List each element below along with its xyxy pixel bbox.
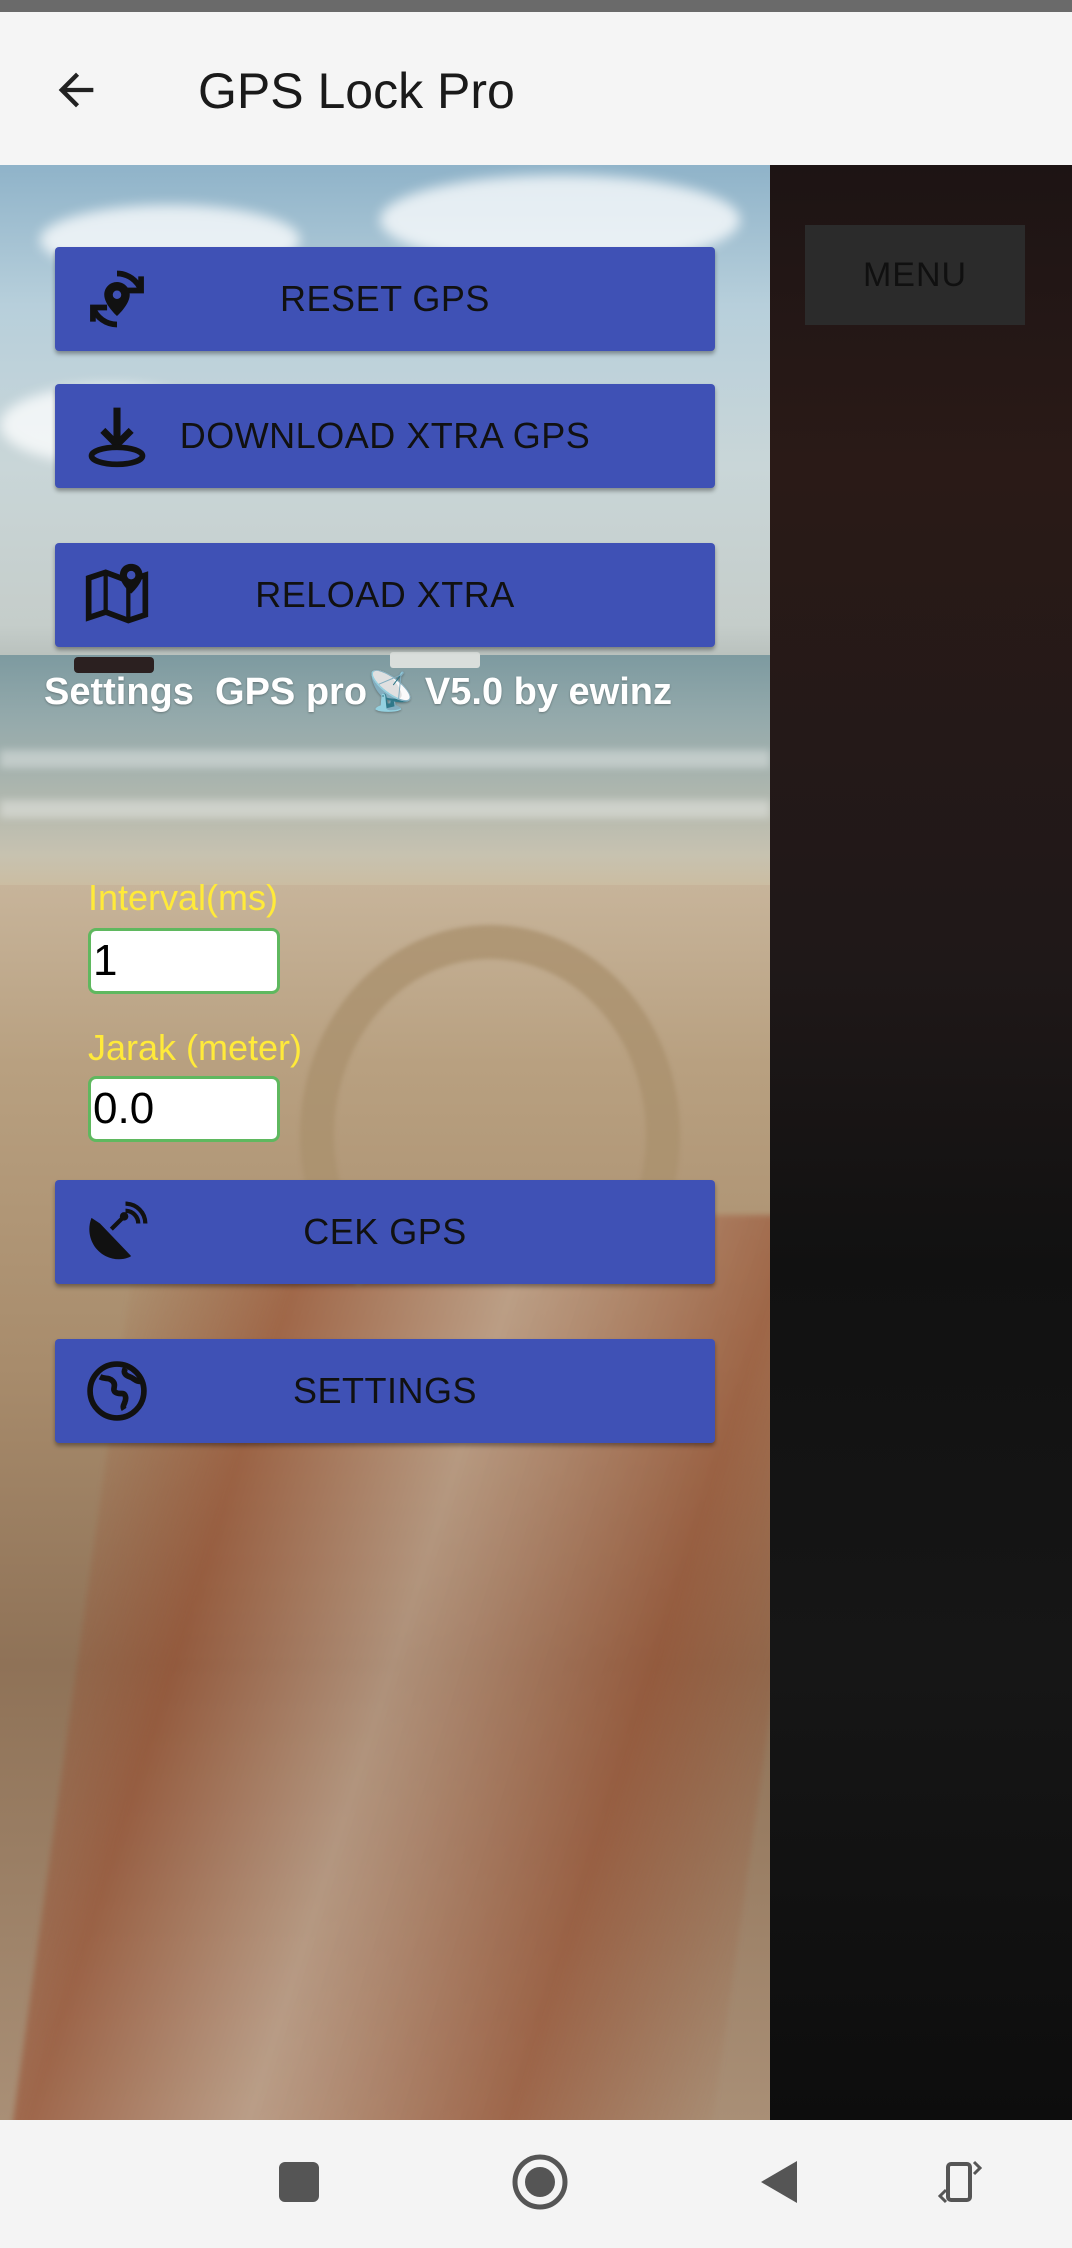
main-content: RESET GPS DOWNLOAD XTRA GPS RELOAD XTRA … [0, 165, 1072, 2120]
arrow-left-icon [58, 72, 94, 108]
reset-gps-label: RESET GPS [280, 278, 490, 319]
cek-gps-label: CEK GPS [303, 1211, 467, 1252]
background-wave [0, 800, 770, 818]
rotate-button[interactable] [928, 2150, 992, 2214]
rotate-icon [938, 2160, 982, 2204]
status-bar [0, 0, 1072, 12]
system-nav-bar [0, 2120, 1072, 2248]
interval-input[interactable] [88, 928, 280, 994]
cek-gps-button[interactable]: CEK GPS [55, 1180, 715, 1284]
reload-xtra-label: RELOAD XTRA [255, 574, 515, 615]
back-triangle-icon [761, 2161, 797, 2203]
app-bar: GPS Lock Pro [0, 12, 1072, 165]
settings-button[interactable]: SETTINGS [55, 1339, 715, 1443]
jarak-label: Jarak (meter) [88, 1027, 303, 1068]
interval-label: Interval(ms) [88, 877, 279, 918]
reload-xtra-button[interactable]: RELOAD XTRA [55, 543, 715, 647]
back-button[interactable] [40, 54, 112, 126]
download-xtra-gps-label: DOWNLOAD XTRA GPS [179, 415, 591, 456]
background-wave [0, 750, 770, 768]
recents-button[interactable] [267, 2150, 331, 2214]
page-title: GPS Lock Pro [198, 63, 515, 119]
home-circle-icon [512, 2154, 568, 2210]
reset-gps-button[interactable]: RESET GPS [55, 247, 715, 351]
side-drawer: RESET GPS DOWNLOAD XTRA GPS RELOAD XTRA … [0, 165, 770, 2120]
square-icon [279, 2162, 319, 2202]
menu-button[interactable]: MENU [805, 225, 1025, 325]
jarak-input[interactable] [88, 1076, 280, 1142]
download-xtra-gps-button[interactable]: DOWNLOAD XTRA GPS [55, 384, 715, 488]
background-boat [390, 652, 480, 668]
back-nav-button[interactable] [748, 2150, 812, 2214]
settings-version-text: Settings GPS pro📡 V5.0 by ewinz [44, 671, 673, 713]
home-button[interactable] [508, 2150, 572, 2214]
settings-label: SETTINGS [292, 1370, 478, 1411]
dimmed-main-panel[interactable]: MENU [770, 165, 1072, 2120]
